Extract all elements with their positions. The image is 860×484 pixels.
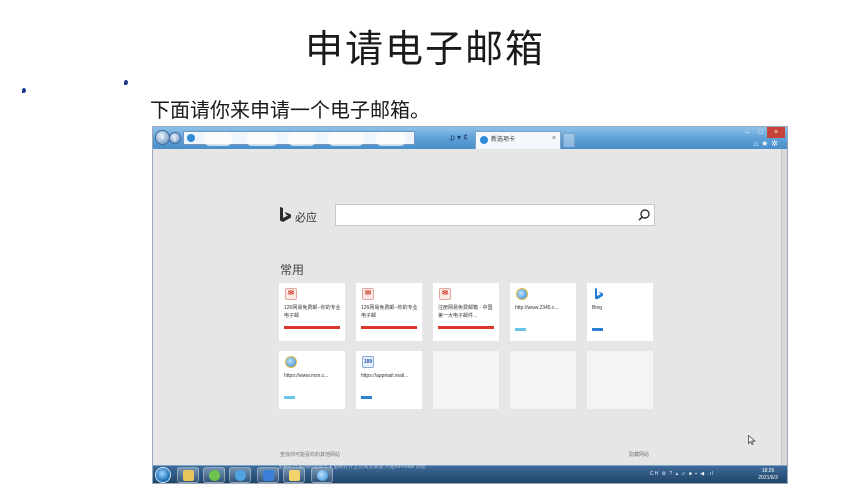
slide-subtitle: 下面请你来申请一个电子邮箱。 — [150, 98, 430, 122]
window-controls: – □ × — [741, 127, 785, 138]
taskbar-app-wps[interactable] — [257, 467, 279, 483]
app-mail-icon: 189 — [362, 356, 374, 368]
hide-sites-link[interactable]: 隐藏网站 — [629, 451, 649, 458]
address-bar[interactable] — [183, 131, 415, 146]
ie-favicon-icon — [187, 134, 195, 142]
bing-icon — [595, 288, 603, 300]
ie-icon — [317, 470, 328, 481]
ie-icon — [285, 356, 297, 368]
taskbar-app-explorer[interactable] — [177, 467, 199, 483]
bing-name: 必应 — [295, 212, 317, 224]
taskbar-app-ie[interactable] — [311, 467, 333, 483]
tab-close-icon[interactable]: × — [552, 134, 556, 144]
frequent-site-tile[interactable]: https://www.msn.c... — [279, 351, 345, 409]
settings-gear-icon[interactable]: ✲ — [771, 139, 781, 148]
frequent-site-tile[interactable]: ✉ 126网易免费邮--你的专业电子邮 — [279, 283, 345, 341]
ie-icon — [516, 288, 528, 300]
tab-new-tab[interactable]: 新选项卡 × — [475, 131, 561, 149]
folder-icon — [183, 470, 194, 481]
address-search-refresh-icons[interactable]: ρ ▾ ¢ — [445, 131, 473, 145]
slide-title: 申请电子邮箱 — [304, 27, 545, 71]
frequent-site-tile[interactable]: ✉ 126网易免费邮--你的专业电子邮 — [356, 283, 422, 341]
tile-label: https://www.msn.c... — [284, 373, 329, 379]
maximize-button[interactable]: □ — [754, 127, 767, 138]
new-tab-button[interactable] — [563, 133, 575, 147]
clock-date: 2021/6/3 — [758, 475, 778, 481]
start-button[interactable] — [155, 467, 171, 483]
ie-toolbar-icons[interactable]: ⌂★✲ — [753, 139, 781, 148]
mail-icon: ✉ — [362, 288, 374, 300]
close-button[interactable]: × — [767, 127, 785, 138]
decorative-dot — [22, 88, 26, 93]
taskbar-app-files[interactable] — [283, 467, 305, 483]
tile-label: http://www.2345.c... — [515, 305, 559, 311]
empty-site-tile[interactable] — [510, 351, 576, 409]
bing-logo-icon — [280, 207, 291, 222]
mouse-cursor-icon — [748, 435, 756, 445]
mail-icon: ✉ — [285, 288, 297, 300]
new-tab-actions[interactable]: 重新打开关闭的选项卡 ▾ 重新打开上次浏览会话 开始InPrivate 浏览 — [278, 465, 618, 469]
tile-label: 126网易免费邮--你的专业电子邮 — [284, 305, 341, 319]
tile-label: 注册网易免费邮箱 - 中国第一大电子邮件... — [438, 305, 493, 319]
browser-titlebar: ‹ › ρ ▾ ¢ 新选项卡 × – □ × ⌂★✲ — [153, 127, 787, 149]
ie-tab-icon — [480, 136, 488, 144]
empty-site-tile[interactable] — [433, 351, 499, 409]
tile-label: Bing — [592, 305, 603, 311]
minimize-button[interactable]: – — [741, 127, 754, 138]
frequent-site-tile[interactable]: http://www.2345.c... — [510, 283, 576, 341]
files-icon — [289, 470, 300, 481]
favorites-star-icon[interactable]: ★ — [761, 139, 771, 148]
tile-label: https://appmail.mail... — [361, 373, 409, 379]
empty-site-tile[interactable] — [587, 351, 653, 409]
taskbar-app-360[interactable] — [203, 467, 225, 483]
new-tab-page: 必应 常用 ✉ 126网易免费邮--你的专业电子邮 ✉ 126网易免费邮--你的… — [153, 149, 781, 465]
taskbar-clock[interactable]: 18:26 2021/6/3 — [753, 468, 783, 482]
vertical-scrollbar[interactable] — [781, 149, 787, 465]
home-icon[interactable]: ⌂ — [753, 139, 761, 148]
discover-sites-link[interactable]: 查找你可能喜欢的其他网站 — [280, 451, 340, 458]
frequent-sites-title: 常用 — [280, 263, 305, 277]
search-icon[interactable] — [637, 208, 651, 222]
taskbar-app-cloud[interactable] — [229, 467, 251, 483]
clock-time: 18:26 — [761, 468, 775, 474]
mail-icon: ✉ — [439, 288, 451, 300]
forward-button[interactable]: › — [169, 132, 181, 144]
wps-writer-icon — [263, 470, 274, 481]
frequent-site-tile[interactable]: Bing — [587, 283, 653, 341]
tab-title: 新选项卡 — [491, 137, 516, 143]
decorative-dot — [124, 80, 128, 85]
cloud-icon — [235, 470, 246, 481]
frequent-site-tile[interactable]: 189 https://appmail.mail... — [356, 351, 422, 409]
search-input[interactable] — [335, 204, 655, 226]
browser-screenshot: ‹ › ρ ▾ ¢ 新选项卡 × – □ × ⌂★✲ 必应 常用 ✉ 126网易… — [152, 126, 788, 484]
frequent-site-tile[interactable]: ✉ 注册网易免费邮箱 - 中国第一大电子邮件... — [433, 283, 499, 341]
app-icon — [209, 470, 220, 481]
tile-label: 126网易免费邮--你的专业电子邮 — [361, 305, 418, 319]
back-button[interactable]: ‹ — [155, 130, 170, 145]
system-tray[interactable]: CH ⚙ ? ▴ ♫ ■ ▪ ◀ .ıl — [650, 471, 714, 477]
